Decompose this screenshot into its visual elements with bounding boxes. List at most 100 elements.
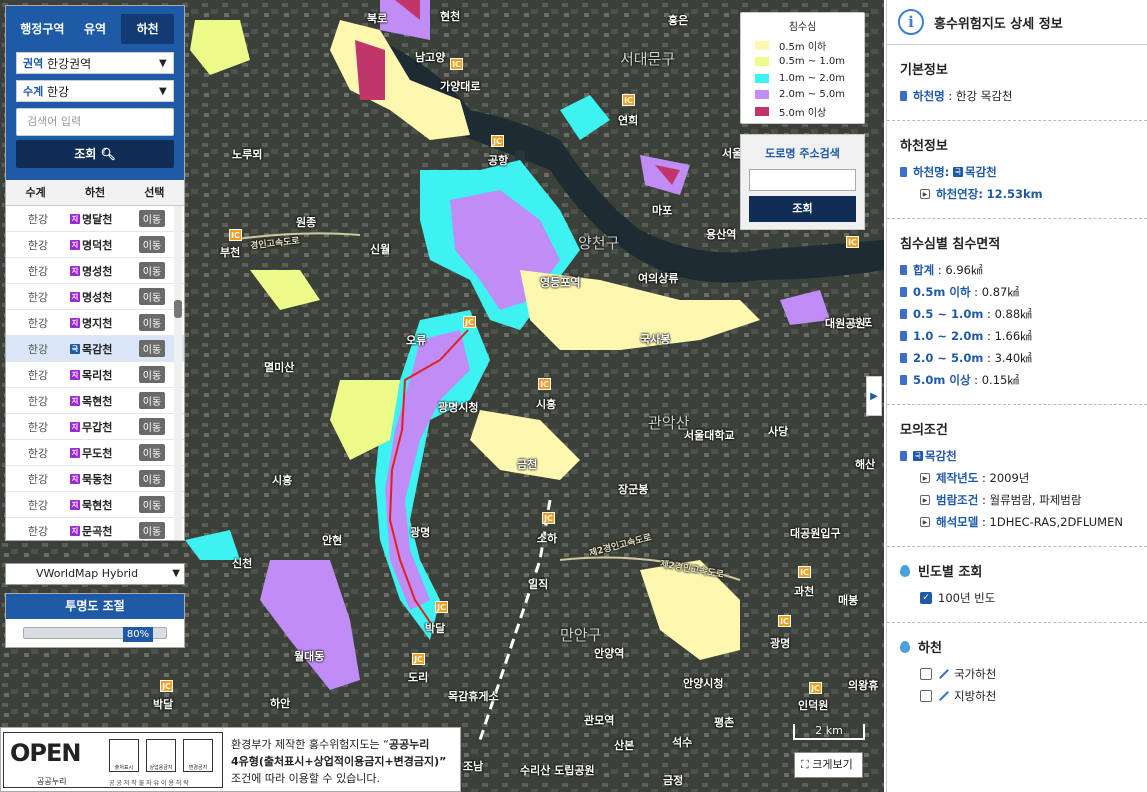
list-item[interactable]: 한강 지 명성천 이동 [6, 258, 184, 284]
row-system: 한강 [27, 498, 49, 512]
area-key: 2.0 ~ 5.0m [913, 351, 984, 365]
bullet-icon [900, 91, 907, 101]
list-item[interactable]: 한강 지 무갑천 이동 [6, 414, 184, 440]
area-value: 3.40㎢ [994, 351, 1032, 365]
opacity-title: 투명도 조절 [6, 594, 184, 619]
move-button[interactable]: 이동 [138, 210, 166, 227]
kogl-logo: OPEN 공공누리 공 공 저 작 물 자 유 이 용 허 락 출처표시 상업용… [3, 732, 223, 788]
scrollbar[interactable] [174, 206, 182, 540]
place-label: 멸미산 [264, 361, 295, 374]
place-label: 국사봉 [640, 333, 671, 346]
basemap-value: VWorldMap Hybrid [36, 567, 139, 580]
move-button[interactable]: 이동 [138, 444, 166, 461]
region-select[interactable]: 권역 한강권역 ▼ [16, 52, 174, 74]
place-label: 현천 [440, 10, 461, 23]
basemap-select[interactable]: VWorldMap Hybrid ▼ [5, 563, 185, 585]
move-button[interactable]: 이동 [138, 366, 166, 383]
legend-item: 5.0m 이상 [741, 103, 864, 120]
region-select-value: 한강권역 [47, 56, 92, 71]
river-name-key: 하천명: [913, 165, 950, 179]
list-item[interactable]: 한강 지 무도천 이동 [6, 440, 184, 466]
notice-line1b: 공공누리 [388, 738, 430, 751]
list-item[interactable]: 한강 지 묵현천 이동 [6, 492, 184, 518]
move-button[interactable]: 이동 [138, 236, 166, 253]
tab-river[interactable]: 하천 [121, 14, 175, 44]
chevron-right-icon: ▶ [870, 391, 878, 402]
place-label: 인덕원 [798, 699, 829, 712]
list-item[interactable]: 한강 지 명달천 이동 [6, 206, 184, 232]
row-river-name: 문곡천 [82, 524, 113, 538]
scrollbar-thumb[interactable] [174, 300, 182, 318]
move-button[interactable]: 이동 [138, 288, 166, 305]
move-button[interactable]: 이동 [138, 496, 166, 513]
area-key: 0.5 ~ 1.0m [913, 307, 984, 321]
river-type-badge: 지 [70, 499, 80, 510]
search-input[interactable]: 검색어 입력 [16, 108, 174, 136]
national-river-checkbox[interactable] [920, 668, 932, 680]
move-button[interactable]: 이동 [138, 470, 166, 487]
place-label: 평촌 [714, 716, 735, 729]
move-button[interactable]: 이동 [138, 262, 166, 279]
move-button[interactable]: 이동 [138, 314, 166, 331]
search-button[interactable]: 조회 🔍︎ [16, 140, 174, 168]
place-label: 신월 [370, 243, 391, 256]
jc-marker: JC [412, 653, 425, 665]
list-item[interactable]: 한강 지 명덕천 이동 [6, 232, 184, 258]
jc-marker: JC [463, 316, 476, 328]
bullet-icon [900, 287, 907, 297]
move-button[interactable]: 이동 [138, 392, 166, 409]
national-river-badge: 국 [953, 167, 963, 177]
list-item[interactable]: 한강 지 목리천 이동 [6, 362, 184, 388]
expand-icon: ⛶ [801, 758, 809, 771]
panel-toggle-button[interactable]: ▶ [866, 376, 882, 416]
list-item[interactable]: 한강 지 목현천 이동 [6, 388, 184, 414]
legend-swatch [755, 40, 769, 50]
place-label: 서울대학교 [684, 429, 735, 442]
road-address-input[interactable] [749, 169, 856, 191]
place-label: 석수 [672, 736, 693, 749]
row-river-name: 명덕천 [82, 238, 113, 252]
local-river-checkbox[interactable] [920, 690, 932, 702]
place-label: 시흥 [536, 398, 557, 411]
sim-value: 월류범람, 파제범람 [989, 493, 1082, 507]
move-button[interactable]: 이동 [138, 340, 166, 357]
basic-info-section: 기본정보 하천명 : 한강 목감천 [887, 45, 1147, 121]
sim-condition-section: 모의조건 국 목감천 ▶ 제작년도 : 2009년 ▶ 범람조건 : 월류범람, 파제범… [887, 405, 1147, 547]
list-item[interactable]: 한강 지 문곡천 이동 [6, 518, 184, 540]
opacity-panel: 투명도 조절 80% [5, 593, 185, 648]
bullet-icon [900, 309, 907, 319]
notice-line1a: 환경부가 제작한 홍수위험지도는 “ [231, 738, 389, 751]
list-item[interactable]: 한강 지 명성천 이동 [6, 284, 184, 310]
area-item: 1.0 ~ 2.0m : 1.66㎢ [900, 328, 1147, 344]
row-system: 한강 [27, 264, 49, 278]
legend-item: 0.5m ~ 1.0m [741, 54, 864, 71]
enlarge-button[interactable]: ⛶ 크게보기 [794, 752, 863, 778]
move-button[interactable]: 이동 [138, 418, 166, 435]
area-value: 0.15㎢ [981, 373, 1019, 387]
line-icon [939, 669, 949, 679]
place-label: 매봉 [838, 594, 859, 607]
opacity-value[interactable]: 80% [123, 627, 153, 642]
col-header-system: 수계 [25, 186, 46, 199]
place-label: 용산역 [706, 228, 737, 241]
sim-river-name: 목감천 [925, 449, 957, 463]
row-river-name: 명지천 [82, 316, 113, 330]
place-label: 영등포역 [540, 276, 581, 289]
list-item[interactable]: 한강 국 목감천 이동 [6, 336, 184, 362]
legend-item: 2.0m ~ 5.0m [741, 87, 864, 104]
frequency-checkbox[interactable]: ✓ [920, 592, 932, 604]
jc-marker: JC [491, 135, 504, 147]
tab-basin[interactable]: 유역 [69, 14, 122, 44]
road-search-button[interactable]: 조회 [749, 196, 856, 222]
col-header-river: 하천 [84, 186, 106, 199]
flood-area-title: 침수심별 침수면적 [900, 237, 1001, 252]
list-item[interactable]: 한강 지 묵동천 이동 [6, 466, 184, 492]
place-label: 부천 [220, 246, 241, 259]
tab-admin-area[interactable]: 행정구역 [16, 14, 69, 44]
move-button[interactable]: 이동 [138, 522, 166, 539]
place-label: 신천 [232, 557, 253, 570]
list-item[interactable]: 한강 지 명지천 이동 [6, 310, 184, 336]
water-system-select[interactable]: 수계 한강 ▼ [16, 80, 174, 102]
river-list[interactable]: 한강 지 명달천 이동 한강 지 명덕천 이동 한강 지 명성천 이동 한강 지 명성천 이동 한강 지 명지천 이동… [6, 206, 184, 540]
place-label: 안양역 [594, 647, 625, 660]
